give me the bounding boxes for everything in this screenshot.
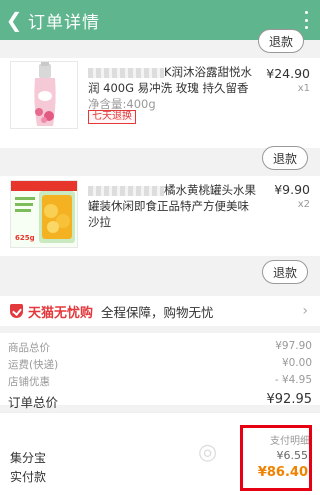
- product-price: ¥9.90: [274, 182, 310, 197]
- summary-row: 店铺优惠 - ¥4.95: [8, 374, 312, 388]
- thumb-label: 625g: [15, 234, 35, 242]
- product-item[interactable]: 625g 橘水黄桃罐头水果罐装休闲即食正品特产方便美味沙拉 ¥9.90 x2: [0, 176, 320, 256]
- refund-button-top[interactable]: 退款: [258, 29, 304, 53]
- back-arrow-icon[interactable]: ❮: [2, 0, 26, 40]
- seven-day-return-badge: 七天退换: [88, 110, 136, 124]
- tmall-guarantee-bar[interactable]: 天猫无忧购 全程保障，购物无忧 ›: [0, 296, 320, 326]
- chevron-right-icon: ›: [302, 303, 308, 319]
- product-qty: x2: [297, 199, 310, 210]
- shield-icon: [10, 304, 23, 318]
- page-title: 订单详情: [28, 12, 100, 33]
- product-qty: x1: [297, 83, 310, 94]
- refund-button[interactable]: 退款: [262, 260, 308, 284]
- order-total: 订单总价 ¥92.95: [8, 392, 312, 410]
- summary-row: 运费(快递) ¥0.00: [8, 357, 312, 371]
- refund-button[interactable]: 退款: [262, 146, 308, 170]
- highlight-box: [240, 425, 312, 491]
- watermark: ◎: [198, 440, 220, 465]
- paid-label: 实付款: [10, 470, 47, 484]
- summary-row: 商品总价 ¥97.90: [8, 340, 312, 354]
- jifenbao-label: 集分宝: [10, 451, 47, 465]
- tmall-desc: 全程保障，购物无忧: [101, 304, 214, 320]
- product-name: 橘水黄桃罐头水果罐装休闲即食正品特产方便美味沙拉: [88, 183, 256, 229]
- blurred-text: [88, 67, 164, 78]
- blurred-text: [88, 185, 164, 196]
- product-name: K润沐浴露甜悦水润 400G 易冲洗 玫瑰 持久留香: [88, 65, 253, 95]
- tmall-brand: 天猫无忧购: [28, 305, 94, 321]
- product-image-body-wash[interactable]: [10, 61, 78, 129]
- product-image-canned-peach[interactable]: 625g: [10, 180, 78, 248]
- product-price: ¥24.90: [266, 66, 310, 81]
- more-options-icon[interactable]: [304, 11, 308, 29]
- product-item[interactable]: K润沐浴露甜悦水润 400G 易冲洗 玫瑰 持久留香 净含量:400g 七天退换…: [0, 58, 320, 148]
